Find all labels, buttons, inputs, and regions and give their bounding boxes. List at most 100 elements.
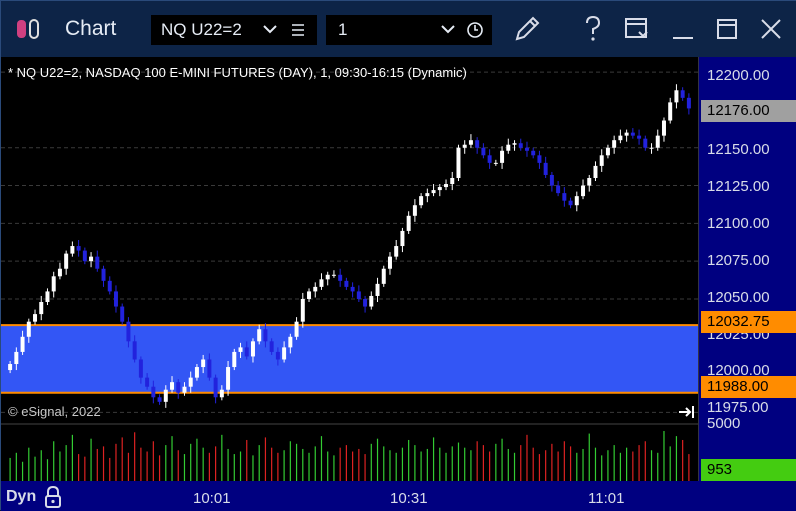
chevron-down-icon[interactable] (263, 24, 277, 34)
candle-body (381, 268, 386, 284)
candle-body (618, 135, 623, 141)
candle-body (325, 274, 330, 280)
chevron-down-icon[interactable] (441, 24, 455, 34)
candle-body (282, 347, 287, 360)
candle-body (649, 147, 654, 149)
candle-body (176, 382, 181, 393)
candle-body (232, 351, 237, 368)
candle-body (674, 90, 679, 103)
candle-body (151, 386, 156, 398)
help-icon[interactable] (577, 13, 609, 45)
candle-body (120, 306, 125, 322)
candle-body (456, 147, 461, 178)
candle-body (387, 256, 392, 269)
candle-body (263, 329, 268, 342)
candle-body (680, 90, 685, 98)
candle-body (8, 364, 13, 371)
candle-body (300, 298, 305, 322)
candle-body (568, 200, 573, 206)
support-zone (1, 325, 698, 393)
interval-input[interactable]: 1 (326, 15, 492, 45)
symbol-value: NQ U22=2 (161, 20, 242, 39)
zone-top-price-tag: 12032.75 (701, 311, 796, 333)
symbol-input[interactable]: NQ U22=2 (151, 15, 317, 45)
candle-body (369, 295, 374, 307)
candle-body (201, 359, 206, 368)
close-icon[interactable] (755, 13, 787, 45)
candle-body (64, 253, 69, 269)
candle-body (444, 184, 449, 188)
copyright-text: © eSignal, 2022 (8, 404, 101, 419)
y-tick-label: 12150.00 (707, 141, 770, 158)
candle-body (394, 246, 399, 257)
candle-body (624, 132, 629, 136)
title-bar: Chart NQ U22=2 1 (1, 1, 796, 57)
price-chart[interactable] (1, 57, 698, 481)
candle-body (126, 321, 131, 342)
candle-body (157, 397, 162, 402)
candle-body (637, 135, 642, 139)
lock-icon[interactable] (44, 486, 62, 508)
candle-body (556, 185, 561, 194)
candle-body (562, 193, 567, 201)
maximize-icon[interactable] (711, 13, 743, 45)
candle-body (163, 389, 168, 402)
x-tick-label: 11:01 (588, 490, 625, 507)
pencil-icon[interactable] (511, 13, 543, 45)
jump-to-end-icon[interactable] (678, 405, 696, 419)
candle-body (531, 150, 536, 156)
candle-body (338, 274, 343, 281)
y-tick-label: 12100.00 (707, 215, 770, 232)
candle-body (375, 283, 380, 296)
candle-body (500, 150, 505, 163)
window-title: Chart (65, 17, 117, 40)
candle-body (356, 291, 361, 299)
menu-icon[interactable] (291, 23, 305, 37)
zone-bottom-price-tag: 11988.00 (701, 376, 796, 398)
candle-body (188, 377, 193, 387)
candle-body (668, 102, 673, 121)
candle-body (419, 196, 424, 206)
y-tick-label: 12075.00 (707, 252, 770, 269)
candle-body (512, 143, 517, 145)
logo-icon (17, 19, 39, 39)
candle-body (101, 268, 106, 281)
candle-body (487, 155, 492, 163)
candle-body (269, 341, 274, 352)
candle-body (213, 377, 218, 398)
candle-body (26, 321, 31, 337)
clock-icon[interactable] (466, 21, 484, 39)
candle-body (437, 187, 442, 191)
candle-body (170, 382, 175, 390)
candle-body (238, 347, 243, 352)
x-tick-label: 10:01 (193, 490, 231, 507)
chart-legend: * NQ U22=2, NASDAQ 100 E-MINI FUTURES (D… (8, 65, 467, 80)
candle-body (537, 155, 542, 163)
candle-body (493, 162, 498, 164)
minimize-icon[interactable] (667, 13, 699, 45)
candle-body (107, 280, 112, 292)
candle-body (294, 321, 299, 337)
candle-body (462, 144, 467, 148)
layout-icon[interactable] (621, 13, 653, 45)
candle-body (612, 140, 617, 148)
candle-body (319, 279, 324, 287)
dynamic-mode-label[interactable]: Dyn (6, 488, 36, 506)
candle-body (643, 138, 648, 148)
candle-body (400, 230, 405, 247)
candle-body (599, 155, 604, 166)
candle-body (475, 140, 480, 148)
candle-body (363, 298, 368, 307)
candle-body (39, 302, 44, 315)
candle-body (14, 351, 19, 365)
candle-body (350, 286, 355, 292)
candle-body (344, 280, 349, 287)
candle-body (219, 389, 224, 398)
y-tick-label: 12125.00 (707, 178, 770, 195)
candle-body (406, 215, 411, 231)
candle-body (250, 341, 255, 357)
candle-body (307, 291, 312, 299)
candle-body (468, 140, 473, 145)
candle-body (661, 120, 666, 136)
candle-body (275, 351, 280, 360)
